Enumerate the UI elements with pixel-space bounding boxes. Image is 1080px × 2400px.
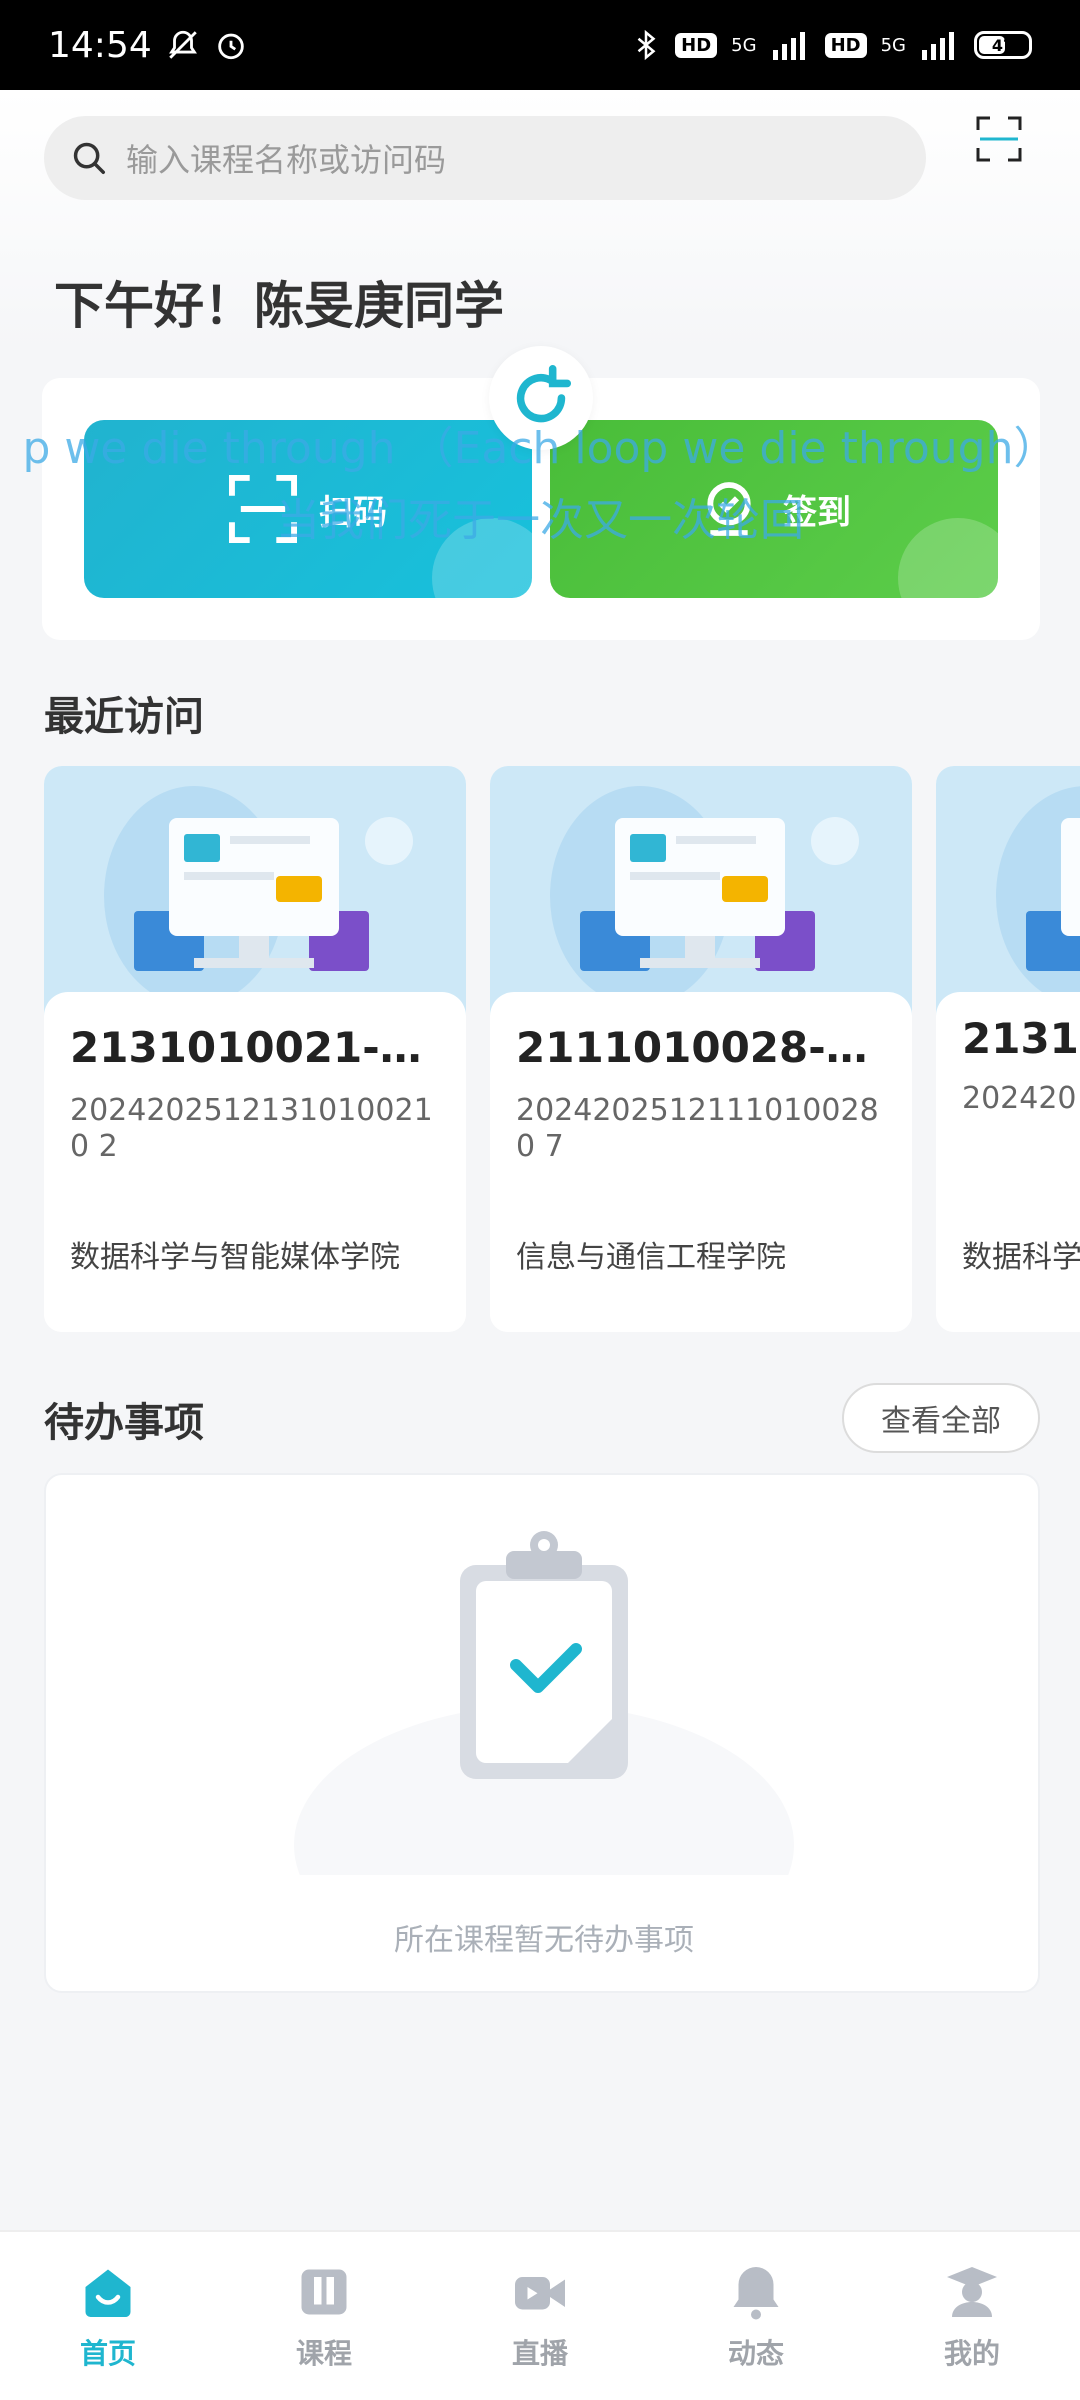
todo-panel: 所在课程暂无待办事项	[44, 1473, 1040, 1993]
nav-item-live[interactable]: 直播	[432, 2232, 648, 2400]
nav-item-courses[interactable]: 课程	[216, 2232, 432, 2400]
search-input[interactable]: 输入课程名称或访问码	[126, 135, 446, 181]
course-card[interactable]: 21310 202420 2 数据科学	[936, 766, 1080, 1332]
course-school: 信息与通信工程学院	[516, 1240, 786, 1275]
alarm-icon	[218, 33, 244, 60]
search-icon	[73, 142, 105, 174]
course-book-icon	[301, 2269, 347, 2315]
course-illustration	[490, 766, 912, 1016]
nav-label: 动态	[727, 2337, 784, 2370]
nav-item-profile[interactable]: 我的	[864, 2232, 1080, 2400]
live-video-icon	[515, 2277, 565, 2310]
course-code: 20242025121110100280 7	[516, 1093, 879, 1164]
home-icon	[85, 2269, 131, 2317]
battery-level: 47	[991, 35, 1015, 55]
scan-icon[interactable]	[976, 116, 1022, 162]
course-card[interactable]: 2111010028-电... 20242025121110100280 7 信…	[490, 766, 912, 1332]
course-code: 202420 2	[962, 1081, 1080, 1116]
view-all-button[interactable]: 查看全部	[842, 1383, 1040, 1453]
course-card-body: 2111010028-电... 20242025121110100280 7 信…	[490, 992, 912, 1332]
course-card-body: 2131010021-工... 20242025121310100210 2 数…	[44, 992, 466, 1332]
course-name: 2111010028-电...	[516, 1023, 886, 1072]
nav-item-home[interactable]: 首页	[0, 2232, 216, 2400]
bell-muted-icon	[168, 30, 197, 59]
nav-item-activity[interactable]: 动态	[648, 2232, 864, 2400]
status-time: 14:54	[48, 24, 152, 66]
profile-graduate-icon	[947, 2267, 997, 2317]
course-code: 20242025121310100210 2	[70, 1093, 433, 1164]
course-illustration	[44, 766, 466, 1016]
course-card-body: 21310 202420 2 数据科学	[936, 992, 1080, 1332]
overlay-lyric-english: p we die through （Each loop we die throu…	[22, 423, 1058, 474]
status-bar: 14:54 HD 5G HD 5G 47	[0, 0, 1080, 90]
course-name: 2131010021-工...	[70, 1023, 440, 1072]
course-illustration	[936, 766, 1080, 1016]
network-type: 5G	[731, 34, 757, 56]
course-name: 21310	[962, 1014, 1080, 1063]
course-card[interactable]: 2131010021-工... 20242025121310100210 2 数…	[44, 766, 466, 1332]
network-type: 5G	[880, 34, 906, 56]
nav-label: 直播	[511, 2337, 568, 2370]
nav-label: 首页	[79, 2337, 136, 2370]
hd-badge: HD	[675, 32, 718, 58]
search-bar[interactable]: 输入课程名称或访问码	[44, 116, 926, 200]
nav-label: 课程	[295, 2337, 352, 2370]
signal-icon	[772, 32, 805, 60]
bluetooth-icon	[637, 29, 656, 61]
battery-icon: 47	[974, 31, 1032, 59]
nav-label: 我的	[943, 2337, 1000, 2370]
hd-badge: HD	[824, 32, 867, 58]
recent-section-title: 最近访问	[44, 694, 204, 740]
greeting-title: 下午好！陈旻庚同学	[54, 277, 504, 335]
todo-empty-text: 所在课程暂无待办事项	[394, 1923, 694, 1958]
course-school: 数据科学	[962, 1240, 1080, 1275]
bottom-navigation: 首页 课程 直播 动态 我的	[0, 2230, 1080, 2400]
empty-clipboard-icon	[294, 1531, 794, 1875]
recent-course-list: 2131010021-工... 20242025121310100210 2 数…	[44, 766, 1080, 1332]
course-school: 数据科学与智能媒体学院	[70, 1240, 400, 1275]
bell-icon	[733, 2267, 779, 2320]
todo-section-title: 待办事项	[44, 1400, 204, 1446]
overlay-lyric-chinese: 当我们死于一次又一次轮回	[276, 495, 804, 546]
signal-icon	[922, 32, 954, 60]
